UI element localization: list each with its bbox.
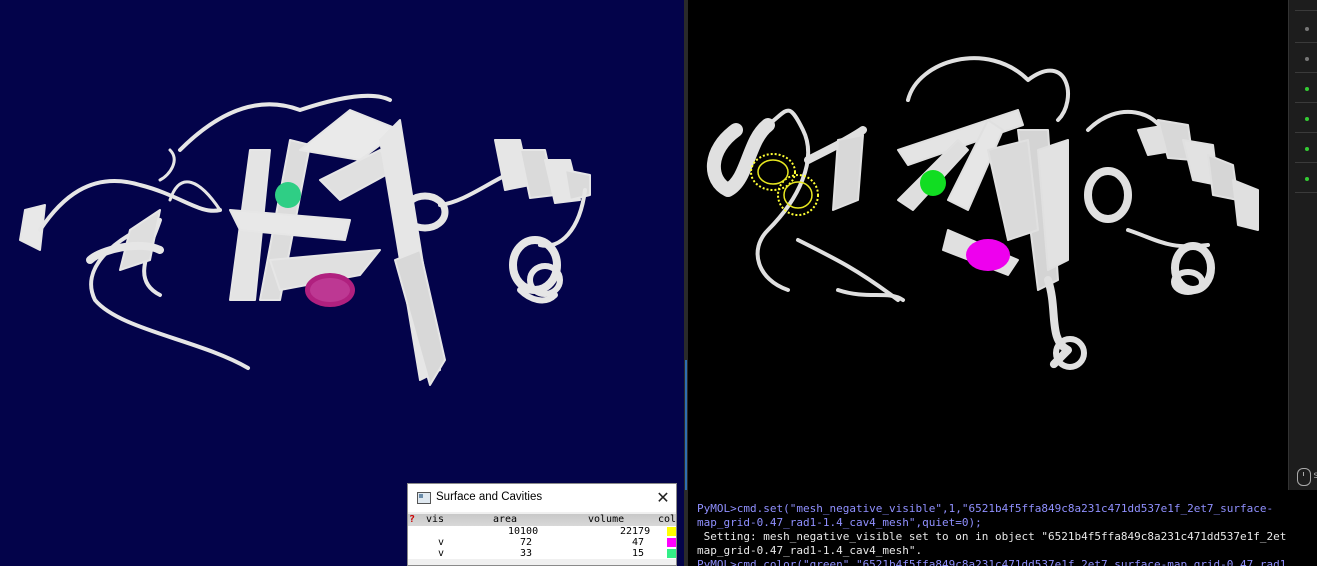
left-protein-render bbox=[19, 93, 591, 386]
console-line: PyMOL>cmd.color("green","6521b4f5ffa849c… bbox=[697, 558, 1287, 566]
table-header: ? vis area volume col bbox=[408, 514, 676, 526]
panel-separator bbox=[1295, 42, 1317, 43]
mouse-mode-label: s bbox=[1313, 470, 1317, 481]
object-dot-active[interactable] bbox=[1305, 177, 1309, 181]
object-dot-active[interactable] bbox=[1305, 147, 1309, 151]
left-molecule-viewer[interactable] bbox=[0, 0, 684, 566]
console-line: map_grid-0.47_rad1-1.4_cav4_mesh". bbox=[697, 544, 923, 557]
pymol-console[interactable]: PyMOL>cmd.set("mesh_negative_visible",1,… bbox=[688, 490, 1317, 566]
panel-separator bbox=[1295, 192, 1317, 193]
header-color[interactable]: col bbox=[658, 514, 676, 525]
right-molecule-viewer[interactable] bbox=[688, 0, 1288, 490]
row-vis[interactable]: v bbox=[438, 548, 444, 559]
dialog-titlebar[interactable]: Surface and Cavities ✕ bbox=[408, 484, 676, 512]
cavity-table: ? vis area volume col 10100 22179 v 72 4… bbox=[408, 514, 676, 559]
object-dot-active[interactable] bbox=[1305, 87, 1309, 91]
object-dot[interactable] bbox=[1305, 57, 1309, 61]
divider-accent bbox=[685, 360, 687, 490]
object-dot-active[interactable] bbox=[1305, 117, 1309, 121]
mouse-icon[interactable] bbox=[1297, 468, 1311, 486]
panel-separator bbox=[1295, 102, 1317, 103]
magenta-cavity-right bbox=[966, 239, 1010, 271]
row-area: 10100 bbox=[508, 526, 539, 537]
header-area[interactable]: area bbox=[493, 514, 517, 525]
row-vis[interactable]: v bbox=[438, 537, 444, 548]
table-row[interactable]: v 33 15 bbox=[408, 548, 676, 559]
row-area: 72 bbox=[520, 537, 533, 548]
console-line: Setting: mesh_negative_visible set to on… bbox=[697, 530, 1287, 543]
row-area: 33 bbox=[520, 548, 533, 559]
close-button[interactable]: ✕ bbox=[653, 488, 673, 508]
table-row[interactable]: 10100 22179 bbox=[408, 526, 676, 537]
console-line: map_grid-0.47_rad1-1.4_cav4_mesh",quiet=… bbox=[697, 516, 982, 529]
green-cavity-right bbox=[920, 170, 946, 196]
row-color-swatch[interactable] bbox=[667, 538, 676, 547]
green-cavity bbox=[275, 182, 301, 208]
right-protein-render bbox=[707, 56, 1259, 370]
row-color-swatch[interactable] bbox=[667, 549, 676, 558]
window-icon bbox=[417, 492, 431, 504]
row-volume: 22179 bbox=[620, 526, 651, 537]
surface-cavities-dialog: Surface and Cavities ✕ ? vis area volume… bbox=[407, 483, 677, 566]
dialog-title: Surface and Cavities bbox=[436, 491, 543, 503]
header-volume[interactable]: volume bbox=[588, 514, 624, 525]
help-icon[interactable]: ? bbox=[409, 514, 415, 526]
panel-separator bbox=[1295, 10, 1317, 11]
panel-separator bbox=[1295, 72, 1317, 73]
row-volume: 47 bbox=[632, 537, 645, 548]
console-line: PyMOL>cmd.set("mesh_negative_visible",1,… bbox=[697, 502, 1274, 515]
panel-separator bbox=[1295, 132, 1317, 133]
row-volume: 15 bbox=[632, 548, 645, 559]
object-dot[interactable] bbox=[1305, 27, 1309, 31]
table-row[interactable]: v 72 47 bbox=[408, 537, 676, 548]
side-panel: s bbox=[1288, 0, 1317, 490]
row-color-swatch[interactable] bbox=[667, 527, 676, 536]
panel-separator bbox=[1295, 162, 1317, 163]
header-vis[interactable]: vis bbox=[426, 514, 444, 525]
